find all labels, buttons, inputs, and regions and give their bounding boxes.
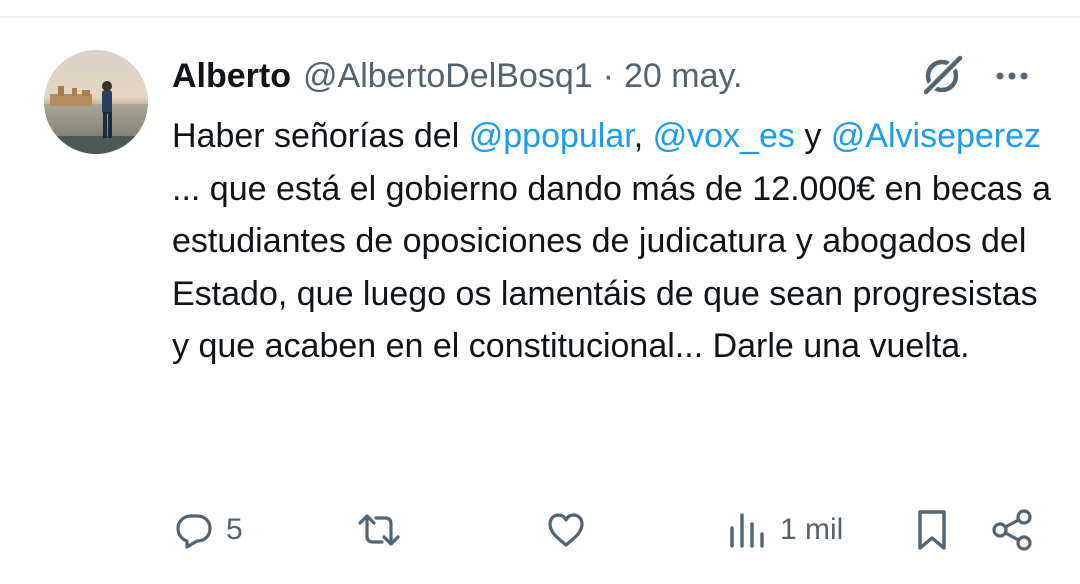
more-button[interactable] [992, 60, 1032, 92]
grok-button[interactable] [918, 52, 966, 100]
avatar[interactable] [44, 50, 148, 154]
retweet-icon [358, 514, 400, 546]
like-button[interactable] [546, 502, 598, 558]
like-icon [548, 513, 584, 547]
avatar-photo [44, 50, 148, 154]
tweet-text-segment: , [633, 117, 653, 155]
mention-link[interactable]: @vox_es [653, 117, 795, 155]
tweet-header: Alberto @AlbertoDelBosq1 · 20 may. [172, 54, 742, 98]
reply-button[interactable]: 5 [174, 502, 243, 558]
share-icon [992, 509, 1032, 551]
author-display-name[interactable]: Alberto [172, 57, 291, 96]
share-button[interactable] [990, 502, 1034, 558]
reply-count: 5 [226, 513, 243, 546]
grok-icon [922, 54, 964, 96]
tweet-text-segment: Haber señorías del [172, 117, 469, 155]
tweet-date[interactable]: 20 may. [624, 57, 742, 96]
author-handle[interactable]: @AlbertoDelBosq1 [303, 57, 593, 96]
views-icon [730, 513, 764, 548]
tweet-text: Haber señorías del @ppopular, @vox_es y … [172, 110, 1052, 373]
mention-link[interactable]: @Alviseperez [831, 117, 1041, 155]
more-icon [996, 72, 1028, 80]
reply-icon [176, 514, 212, 549]
tweet[interactable]: Alberto @AlbertoDelBosq1 · 20 may. Haber… [0, 18, 1080, 584]
header-separator: · [602, 56, 614, 95]
views-count: 1 mil [780, 513, 844, 546]
views-button[interactable]: 1 mil [728, 502, 843, 558]
tweet-text-segment: y [794, 117, 831, 155]
bookmark-button[interactable] [912, 502, 952, 558]
tweet-actions: 5 1 mil [0, 502, 1080, 558]
mention-link[interactable]: @ppopular [469, 117, 634, 155]
tweet-text-segment: ... que está el gobierno dando más de 12… [172, 169, 1051, 366]
bookmark-icon [918, 510, 946, 550]
retweet-button[interactable] [355, 502, 415, 558]
